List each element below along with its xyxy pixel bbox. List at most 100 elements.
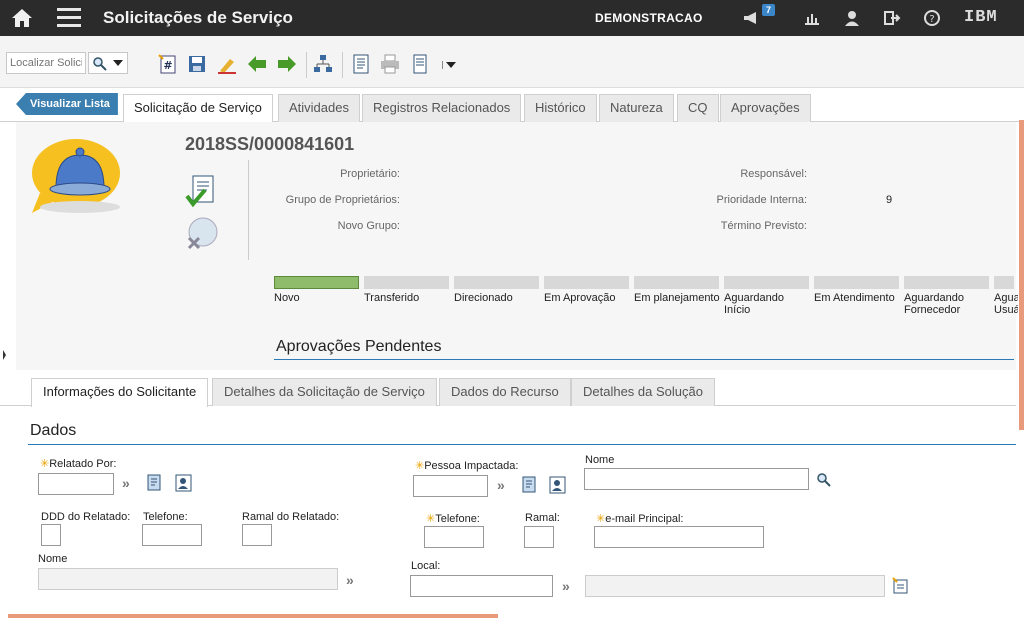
internal-priority-label: Prioridade Interna: (716, 194, 808, 206)
tab-activities[interactable]: Atividades (278, 94, 360, 122)
reporter-ext-input[interactable] (242, 524, 272, 546)
location-input[interactable] (410, 575, 553, 597)
new-record-icon[interactable]: # (157, 53, 179, 75)
detail-arrow-icon[interactable]: » (562, 578, 570, 594)
detail-arrow-icon[interactable]: » (346, 572, 354, 588)
reporter-phone-input[interactable] (142, 524, 202, 546)
workflow-icon[interactable] (312, 53, 334, 75)
megaphone-icon[interactable] (742, 9, 760, 27)
stage-label: Em planejamento (634, 292, 720, 304)
affected-name-input[interactable] (584, 468, 809, 490)
new-group-label: Novo Grupo: (337, 220, 400, 232)
detail-arrow-icon[interactable]: » (122, 475, 130, 491)
reported-by-input[interactable] (38, 473, 114, 495)
previous-icon[interactable] (246, 53, 268, 75)
stage-bar-awaiting-start (724, 276, 809, 289)
bottom-scrollbar[interactable] (8, 614, 498, 618)
record-summary-panel (16, 122, 1016, 370)
home-icon[interactable] (10, 7, 34, 29)
internal-priority-value: 9 (886, 194, 893, 206)
tab-nature[interactable]: Natureza (599, 94, 674, 122)
subtab-requester-info[interactable]: Informações do Solicitante (31, 378, 209, 407)
pending-approvals-title: Aprovações Pendentes (276, 338, 442, 355)
svg-text:?: ? (929, 14, 934, 25)
record-number: 2018SS/0000841601 (185, 134, 355, 154)
stage-label: Aguardando Usuário (994, 292, 1018, 316)
required-icon: ✳ (415, 460, 425, 472)
help-icon[interactable]: ? (923, 9, 941, 27)
stage-bar-transferred (364, 276, 449, 289)
stage-bar-directed (454, 276, 539, 289)
stage-label: Transferido (364, 292, 420, 304)
logout-icon[interactable] (883, 9, 901, 27)
owner-label: Proprietário: (340, 168, 400, 180)
save-icon[interactable] (186, 53, 208, 75)
search-input[interactable] (6, 52, 86, 74)
chevron-down-icon (113, 60, 123, 66)
chart-icon[interactable] (803, 9, 821, 27)
stage-bar-awaiting-supplier (904, 276, 989, 289)
person-icon[interactable] (843, 9, 861, 27)
affected-person-input[interactable] (413, 475, 488, 497)
location-label: Local: (411, 560, 441, 572)
affected-email-label: ✳e-mail Principal: (596, 513, 684, 525)
tab-cq[interactable]: CQ (677, 94, 719, 122)
search-button[interactable] (88, 52, 128, 74)
subtab-request-details[interactable]: Detalhes da Solicitação de Serviço (212, 378, 437, 406)
subtab-resource-data[interactable]: Dados do Recurso (439, 378, 571, 406)
view-list-button[interactable]: Visualizar Lista (16, 93, 118, 115)
stage-label: Direcionado (454, 292, 513, 304)
user-name[interactable]: DEMONSTRACAO (595, 11, 703, 25)
tab-approvals[interactable]: Aprovações (720, 94, 811, 122)
left-panel-grip-icon[interactable] (3, 340, 6, 370)
notification-badge[interactable]: 7 (762, 4, 776, 16)
service-bell-icon (32, 139, 120, 213)
chevron-down-icon[interactable] (442, 60, 456, 70)
app-title: Solicitações de Serviço (103, 8, 293, 27)
next-icon[interactable] (276, 53, 298, 75)
toolbar-separator (306, 52, 307, 78)
reported-by-label: ✳Relatado Por: (40, 458, 117, 470)
reporter-ddd-input[interactable] (41, 524, 61, 546)
more-actions-icon[interactable] (410, 53, 432, 75)
affected-person-label: ✳Pessoa Impactada: (415, 460, 519, 472)
print-icon[interactable] (379, 53, 401, 75)
toolbar (0, 36, 1024, 88)
stage-label: Em Aprovação (544, 292, 616, 304)
magnifier-icon (93, 57, 107, 71)
magnifier-icon[interactable] (816, 472, 832, 488)
detail-arrow-icon[interactable]: » (497, 477, 505, 493)
affected-email-input[interactable] (594, 526, 764, 548)
section-title: Dados (30, 422, 77, 439)
lookup-person-icon[interactable] (174, 473, 194, 493)
stage-label: Novo (274, 292, 300, 304)
affected-phone-label: ✳Telefone: (426, 513, 480, 525)
stage-label: Aguardando Início (724, 292, 784, 316)
tab-history[interactable]: Histórico (524, 94, 597, 122)
required-icon: ✳ (426, 513, 436, 525)
subtab-solution-details[interactable]: Detalhes da Solução (571, 378, 715, 406)
approve-document-icon[interactable] (185, 174, 219, 208)
long-description-icon[interactable] (892, 577, 910, 595)
scrollbar[interactable] (1019, 120, 1024, 430)
menu-icon[interactable] (57, 8, 81, 28)
stage-bar-planning (634, 276, 719, 289)
location-description-input[interactable] (585, 575, 885, 597)
lookup-person-icon[interactable] (548, 475, 568, 495)
clear-icon[interactable] (216, 53, 238, 75)
owner-group-label: Grupo de Proprietários: (285, 194, 400, 206)
stage-label: Aguardando Fornecedor (904, 292, 964, 316)
affected-ext-input[interactable] (524, 526, 554, 548)
affected-phone-input[interactable] (424, 526, 484, 548)
stage-bar-in-approval (544, 276, 629, 289)
select-value-icon[interactable] (145, 473, 165, 493)
tab-service-request[interactable]: Solicitação de Serviço (123, 94, 273, 123)
section-underline (28, 444, 1016, 445)
tab-related-records[interactable]: Registros Relacionados (362, 94, 522, 122)
report-icon[interactable] (350, 53, 372, 75)
toolbar-separator (342, 52, 343, 78)
reporter-name-input[interactable] (38, 568, 338, 590)
reject-icon[interactable] (185, 216, 219, 250)
select-value-icon[interactable] (520, 475, 540, 495)
stage-label: Em Atendimento (814, 292, 895, 304)
